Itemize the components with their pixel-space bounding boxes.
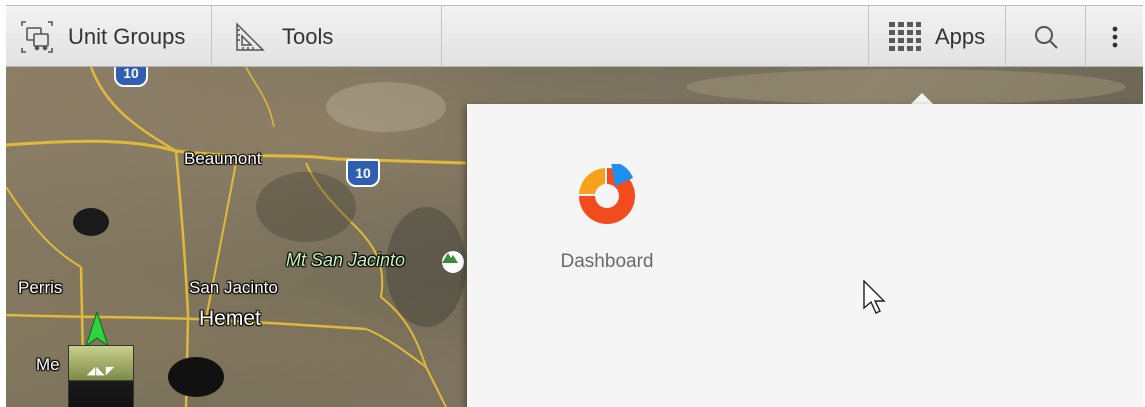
highway-shield: 10 [346, 159, 380, 187]
search-button[interactable] [1006, 6, 1086, 67]
tools-label: Tools [282, 23, 334, 49]
unit-groups-icon [20, 20, 54, 54]
map-label-beaumont: Beaumont [184, 149, 262, 168]
tools-button[interactable]: Tools [212, 6, 442, 67]
mouse-cursor-icon [863, 279, 887, 321]
map-label-partial-city: Me [36, 355, 60, 374]
map-label-mt-san-jacinto: Mt San Jacinto [286, 250, 406, 270]
apps-panel-caret [911, 93, 933, 104]
vertical-dots-icon [1112, 26, 1118, 48]
dashboard-pie-icon [575, 162, 639, 233]
unit-groups-button[interactable]: Unit Groups [6, 6, 212, 67]
unit-groups-label: Unit Groups [68, 23, 186, 49]
unit-thumbnail[interactable]: ◢◣◤ [68, 345, 134, 407]
app-window: 10 10 Beaumont Mt San Jacinto Perris San… [6, 5, 1143, 407]
search-icon [1033, 24, 1059, 50]
more-menu-button[interactable] [1086, 6, 1143, 67]
map-label-hemet: Hemet [199, 307, 261, 330]
apps-grid-icon [889, 21, 921, 52]
apps-label: Apps [935, 23, 986, 49]
apps-button[interactable]: Apps [868, 6, 1006, 67]
app-tile-dashboard[interactable]: Dashboard [537, 162, 677, 304]
map-label-san-jacinto: San Jacinto [189, 278, 278, 297]
top-toolbar: Unit Groups Tools Apps [6, 5, 1143, 67]
map-label-perris: Perris [18, 278, 63, 297]
apps-panel: Dashboard [467, 104, 1143, 407]
app-tile-label: Dashboard [560, 251, 654, 272]
mountain-icon [442, 251, 464, 273]
set-square-ruler-icon [234, 21, 266, 53]
